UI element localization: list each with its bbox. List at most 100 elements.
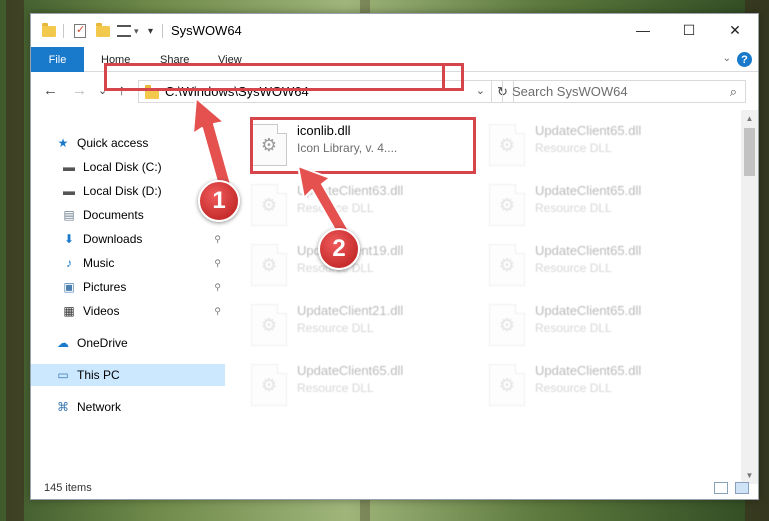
help-icon[interactable]: ?: [737, 52, 752, 67]
title-bar: ▾ ▾ SysWOW64 — ☐ ✕: [31, 14, 758, 47]
pin-icon[interactable]: ⚲: [214, 234, 221, 245]
status-bar: 145 items: [31, 477, 758, 499]
file-name: UpdateClient65.dll: [535, 243, 642, 258]
sidebar-item-downloads[interactable]: ⬇ Downloads ⚲: [31, 228, 225, 250]
address-path[interactable]: C:\Windows\SysWOW64: [165, 84, 309, 99]
file-type: Resource DLL: [535, 381, 612, 395]
up-button[interactable]: ↑: [118, 82, 126, 99]
file-item[interactable]: ⚙ UpdateClient63.dll Resource DLL: [251, 180, 481, 238]
file-type: Resource DLL: [535, 261, 612, 275]
sidebar-item-label: Music: [83, 256, 115, 270]
file-item[interactable]: ⚙ UpdateClient65.dll Resource DLL: [251, 360, 481, 418]
file-item[interactable]: ⚙ UpdateClient65.dll Resource DLL: [489, 120, 719, 178]
view-icon[interactable]: [117, 23, 131, 39]
file-name: UpdateClient65.dll: [535, 123, 642, 138]
vertical-scrollbar[interactable]: ▲ ▼: [741, 110, 758, 484]
customize-toolbar-icon[interactable]: ▾: [148, 23, 153, 39]
dll-file-icon: ⚙: [489, 364, 525, 406]
sidebar-item-quick-access[interactable]: ★ Quick access: [31, 132, 225, 154]
back-button[interactable]: ←: [43, 82, 58, 99]
file-name: UpdateClient65.dll: [535, 303, 642, 318]
sidebar-item-label: Documents: [83, 208, 144, 222]
sidebar-item-network[interactable]: ⌘ Network: [31, 396, 225, 418]
pin-icon[interactable]: ⚲: [214, 306, 221, 317]
dll-file-icon: ⚙: [489, 244, 525, 286]
sidebar-item-local-disk-c[interactable]: ▬ Local Disk (C:) ⚲: [31, 156, 225, 178]
videos-icon: ▦: [63, 304, 75, 318]
file-item[interactable]: ⚙ UpdateClient21.dll Resource DLL: [251, 300, 481, 358]
details-view-icon[interactable]: [714, 482, 728, 494]
sidebar-item-pictures[interactable]: ▣ Pictures ⚲: [31, 276, 225, 298]
scroll-up-icon[interactable]: ▲: [741, 110, 758, 127]
file-item[interactable]: ⚙ UpdateClient65.dll Resource DLL: [489, 360, 719, 418]
window-title: SysWOW64: [171, 23, 242, 38]
file-name: UpdateClient63.dll: [297, 183, 404, 198]
address-bar[interactable]: C:\Windows\SysWOW64 ⌄: [138, 80, 492, 103]
tab-home[interactable]: Home: [101, 47, 130, 72]
file-item[interactable]: ⚙UpdateClient19.dllResource DLL: [251, 240, 481, 298]
sidebar-item-label: Downloads: [83, 232, 143, 246]
new-folder-icon[interactable]: [96, 22, 110, 39]
file-name: UpdateClient65.dll: [535, 363, 642, 378]
file-type: Resource DLL: [297, 201, 374, 215]
drive-icon: ▬: [63, 160, 75, 174]
music-icon: ♪: [66, 256, 72, 270]
sidebar-item-label: Quick access: [77, 136, 149, 150]
forward-button[interactable]: →: [72, 82, 87, 99]
file-type: Resource DLL: [535, 321, 612, 335]
pin-icon[interactable]: ⚲: [214, 162, 221, 173]
dll-file-icon: ⚙: [251, 124, 287, 166]
file-item[interactable]: ⚙ UpdateClient65.dll Resource DLL: [489, 180, 719, 238]
sidebar-item-label: Network: [77, 400, 122, 414]
folder-icon: [145, 84, 159, 99]
drive-icon: ▬: [63, 184, 75, 198]
dll-file-icon: ⚙: [489, 124, 525, 166]
step-badge-1: 1: [198, 180, 240, 222]
search-icon[interactable]: ⌕: [730, 84, 737, 100]
scrollbar-thumb[interactable]: [744, 128, 755, 176]
file-name: UpdateClient65.dll: [297, 363, 404, 378]
sidebar-item-onedrive[interactable]: ☁ OneDrive: [31, 332, 225, 354]
sidebar-item-label: Local Disk (D:): [83, 184, 162, 198]
large-icons-view-icon[interactable]: [735, 482, 749, 494]
step-badge-2: 2: [318, 228, 360, 270]
computer-icon: ▭: [57, 368, 69, 382]
pin-icon[interactable]: ⚲: [214, 258, 221, 269]
dll-file-icon: ⚙: [489, 304, 525, 346]
divider: [162, 23, 163, 39]
expand-ribbon-icon[interactable]: ⌄: [723, 53, 731, 64]
tab-file[interactable]: File: [31, 47, 84, 72]
maximize-button[interactable]: ☐: [666, 14, 712, 46]
sidebar-item-music[interactable]: ♪ Music ⚲: [31, 252, 225, 274]
sidebar-item-this-pc[interactable]: ▭ This PC: [31, 364, 225, 386]
sidebar-item-label: Videos: [83, 304, 120, 318]
sidebar-item-videos[interactable]: ▦ Videos ⚲: [31, 300, 225, 322]
pin-icon[interactable]: ⚲: [214, 282, 221, 293]
close-button[interactable]: ✕: [712, 14, 758, 46]
minimize-button[interactable]: —: [620, 14, 666, 46]
sidebar-item-label: This PC: [77, 368, 120, 382]
documents-icon: ▤: [63, 208, 75, 222]
sidebar-item-label: OneDrive: [77, 336, 128, 350]
sidebar-item-local-disk-d[interactable]: ▬Local Disk (D:)⚲: [31, 180, 225, 202]
file-item[interactable]: ⚙ UpdateClient65.dll Resource DLL: [489, 300, 719, 358]
network-icon: ⌘: [57, 400, 69, 414]
dll-file-icon: ⚙: [251, 364, 287, 406]
navigation-pane: ★ Quick access ▬ Local Disk (C:) ⚲ ▬ Local Dis…: [31, 114, 225, 478]
file-item[interactable]: ⚙ iconlib.dll Icon Library, v. 4....: [251, 120, 481, 178]
chevron-down-icon[interactable]: ▾: [134, 23, 139, 39]
explorer-window: ▾ ▾ SysWOW64 — ☐ ✕ File Home Share View …: [30, 13, 759, 500]
tab-share[interactable]: Share: [160, 47, 189, 72]
divider: [63, 23, 64, 39]
file-list: ⚙ iconlib.dll Icon Library, v. 4.... ⚙ Updat…: [227, 114, 741, 476]
dll-file-icon: ⚙: [489, 184, 525, 226]
properties-icon[interactable]: [74, 23, 86, 39]
file-name: UpdateClient21.dll: [297, 303, 404, 318]
file-item[interactable]: ⚙ UpdateClient65.dll Resource DLL: [489, 240, 719, 298]
sidebar-item-documents[interactable]: ▤Documents⚲: [31, 204, 225, 226]
search-placeholder: Search SysWOW64: [512, 84, 628, 99]
chevron-down-icon[interactable]: ⌄: [476, 84, 485, 97]
recent-locations-button[interactable]: ⌄: [98, 84, 107, 97]
tab-view[interactable]: View: [218, 47, 242, 72]
search-input[interactable]: Search SysWOW64 ⌕: [502, 80, 746, 103]
